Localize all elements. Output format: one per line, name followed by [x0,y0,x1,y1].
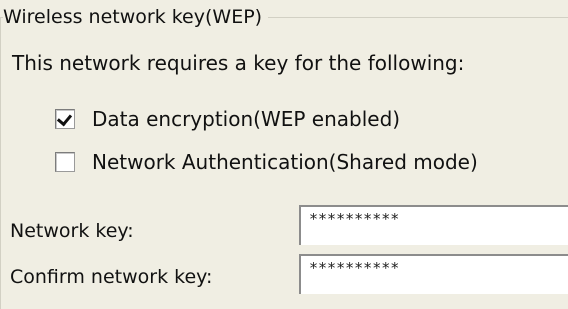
network-authentication-label[interactable]: Network Authentication(Shared mode) [92,149,478,175]
network-authentication-option[interactable]: Network Authentication(Shared mode) [55,149,478,175]
data-encryption-option[interactable]: Data encryption(WEP enabled) [55,106,400,132]
network-key-label: Network key: [10,220,134,242]
network-authentication-checkbox[interactable] [55,152,75,172]
confirm-network-key-input[interactable]: ********** [299,254,568,294]
network-key-input[interactable]: ********** [299,205,568,245]
key-requirement-description: This network requires a key for the foll… [12,51,465,75]
data-encryption-label[interactable]: Data encryption(WEP enabled) [92,106,400,132]
groupbox-border-left [0,17,1,309]
data-encryption-checkbox[interactable] [55,109,75,129]
confirm-network-key-label: Confirm network key: [10,266,213,288]
wep-key-panel: Wireless network key(WEP) This network r… [0,0,568,309]
groupbox-title: Wireless network key(WEP) [3,4,269,30]
